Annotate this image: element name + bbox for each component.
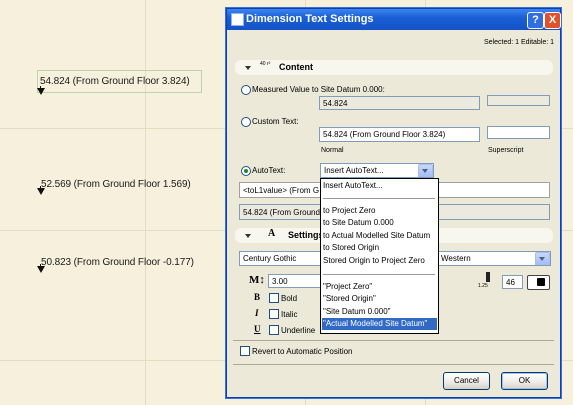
autotext-label: AutoText: (252, 166, 286, 175)
italic-checkbox[interactable] (269, 309, 279, 319)
ok-button[interactable]: OK (501, 372, 548, 390)
autotext-dropdown-list[interactable]: Insert AutoText... to Project Zero to Si… (320, 178, 439, 334)
dropdown-item[interactable]: "Project Zero" (322, 281, 437, 293)
insert-autotext-value: Insert AutoText... (324, 166, 384, 175)
bold-label: Bold (281, 294, 298, 303)
underline-icon: U (254, 324, 261, 334)
level-dimension-text-3[interactable]: 50.823 (From Ground Floor -0.177) (41, 257, 194, 268)
dropdown-item[interactable]: to Stored Origin (322, 242, 437, 254)
level-marker-icon[interactable] (37, 264, 45, 273)
level-dimension-text-1[interactable]: 54.824 (From Ground Floor 3.824) (40, 76, 190, 87)
level-dimension-text-2[interactable]: 52.569 (From Ground Floor 1.569) (41, 179, 191, 190)
insert-autotext-combo[interactable]: Insert AutoText... (320, 163, 434, 178)
dropdown-separator (323, 198, 435, 199)
dropdown-item[interactable]: to Project Zero (322, 205, 437, 217)
autotext-preview-value: 54.824 (From Ground F (243, 208, 328, 217)
custom-superscript-field[interactable] (487, 126, 550, 139)
chevron-down-icon[interactable] (418, 164, 433, 177)
help-button[interactable]: ? (527, 12, 544, 29)
divider (233, 340, 554, 341)
dropdown-item[interactable]: "Site Datum 0.000" (322, 306, 437, 318)
revert-position-label: Revert to Automatic Position (252, 347, 353, 356)
close-button[interactable]: X (544, 12, 561, 29)
custom-text-label: Custom Text: (252, 117, 299, 126)
dropdown-item-selected[interactable]: "Actual Modelled Site Datum" (322, 318, 437, 330)
text-size-icon: M↕ (249, 274, 265, 286)
custom-text-field[interactable]: 54.824 (From Ground Floor 3.824) (319, 127, 480, 142)
pen-color-swatch (537, 278, 545, 286)
font-name-field[interactable]: Century Gothic (239, 251, 323, 266)
cancel-button[interactable]: Cancel (443, 372, 490, 390)
measured-value-label: Measured Value to Site Datum 0.000: (252, 85, 385, 94)
pen-icon (486, 272, 490, 282)
dropdown-item[interactable]: Stored Origin to Project Zero (322, 255, 437, 267)
bold-icon: B (254, 292, 261, 302)
collapse-triangle-icon[interactable] (245, 66, 251, 70)
autotext-radio[interactable] (241, 166, 251, 176)
settings-section-title: Settings (288, 230, 324, 240)
dialog-app-icon (231, 13, 244, 26)
custom-text-radio[interactable] (241, 117, 251, 127)
underline-label: Underline (281, 326, 316, 335)
autotext-expression-value: <toL1value> (From G (243, 186, 320, 195)
pen-scale-label: 1.25 (478, 283, 488, 289)
text-settings-icon: A (268, 228, 276, 239)
content-section-header[interactable]: 40 r² Content (235, 60, 553, 75)
title-bar[interactable]: Dimension Text Settings ? X (227, 9, 561, 30)
dialog-title: Dimension Text Settings (246, 13, 374, 25)
chevron-down-icon[interactable] (535, 252, 550, 265)
pen-color-button[interactable] (527, 275, 550, 290)
selection-info: Selected: 1 Editable: 1 (484, 39, 555, 46)
font-script-value: Western (441, 254, 471, 263)
underline-checkbox[interactable] (269, 325, 279, 335)
text-size-field[interactable]: 3.00 (268, 274, 322, 288)
pen-number-field[interactable]: 46 (502, 275, 523, 289)
dropdown-item[interactable]: to Actual Modelled Site Datum (322, 230, 437, 242)
level-marker-icon[interactable] (37, 86, 45, 95)
dropdown-separator (323, 274, 435, 275)
dropdown-item[interactable]: "Stored Origin" (322, 293, 437, 305)
revert-position-checkbox[interactable] (240, 346, 250, 356)
italic-icon: I (255, 308, 259, 318)
dropdown-item[interactable]: to Site Datum 0.000 (322, 217, 437, 229)
content-section-title: Content (279, 62, 313, 72)
italic-label: Italic (281, 310, 298, 319)
dropdown-item[interactable]: Insert AutoText... (322, 180, 437, 192)
measured-superscript-field (487, 95, 550, 106)
font-script-combo[interactable]: Western (437, 251, 551, 266)
superscript-label: Superscript (488, 147, 524, 154)
collapse-triangle-icon[interactable] (245, 234, 251, 238)
level-marker-icon[interactable] (37, 186, 45, 195)
measured-value-field: 54.824 (319, 96, 480, 110)
normal-label: Normal (321, 147, 344, 154)
measured-value-radio[interactable] (241, 85, 251, 95)
grid-line (145, 0, 146, 405)
divider (233, 364, 554, 365)
bold-checkbox[interactable] (269, 293, 279, 303)
